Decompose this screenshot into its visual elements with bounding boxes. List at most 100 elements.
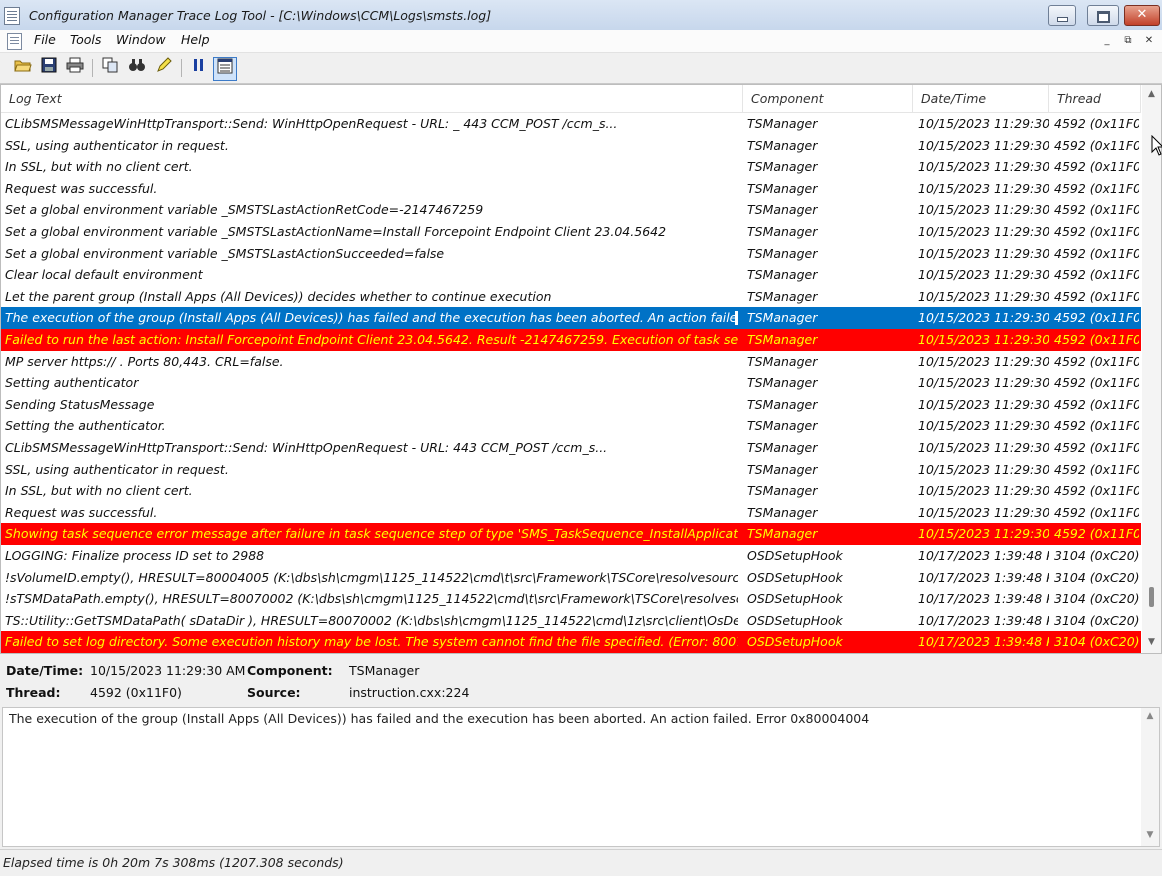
toolbar [0,53,1162,84]
log-row[interactable]: Clear local default environment TSManager… [1,264,1141,286]
column-header-log-text[interactable]: Log Text [1,85,743,112]
save-icon[interactable] [38,57,60,79]
thread-cell: 3104 (0xC20) [1054,612,1139,628]
pause-icon[interactable] [188,57,210,79]
log-row[interactable]: Setting authenticator TSManager 10/15/2023… [1,372,1141,394]
scroll-down-arrow-icon[interactable]: ▼ [1141,830,1159,840]
menu-file[interactable]: File [34,32,56,47]
log-row[interactable]: In SSL, but with no client cert. TSManage… [1,480,1141,502]
component-cell: TSManager [747,526,818,542]
component-cell: TSManager [747,180,818,196]
log-text-cell: SSL, using authenticator in request. [5,137,229,153]
datetime-cell: 10/15/2023 11:29:30 A [918,483,1049,499]
thread-cell: 4592 (0x11F0) [1054,159,1139,175]
log-row[interactable]: MP server https:// . Ports 80,443. CRL=f… [1,351,1141,373]
component-cell: OSDSetupHook [747,548,843,563]
column-header-datetime[interactable]: Date/Time [913,85,1049,112]
detail-pane: Date/Time: 10/15/2023 11:29:30 AM Compon… [0,655,1162,707]
scroll-thumb[interactable] [1149,587,1154,607]
scroll-down-arrow-icon[interactable]: ▼ [1142,637,1161,647]
grid-vertical-scrollbar[interactable]: ▲ ▼ [1142,85,1161,653]
menu-help[interactable]: Help [181,32,210,47]
component-cell: TSManager [747,288,818,304]
title-bar[interactable]: Configuration Manager Trace Log Tool - [… [0,0,1162,31]
log-row[interactable]: Set a global environment variable _SMSTS… [1,221,1141,243]
log-row[interactable]: !sVolumeID.empty(), HRESULT=80004005 (K:… [1,567,1141,589]
minimize-button[interactable] [1048,5,1076,26]
document-icon[interactable] [7,33,22,50]
log-row[interactable]: Set a global environment variable _SMSTS… [1,243,1141,265]
print-icon[interactable] [64,57,86,79]
log-text-cell: Let the parent group (Install Apps (All … [5,288,552,304]
component-cell: TSManager [747,137,818,153]
mdi-close-button[interactable]: ✕ [1141,33,1157,49]
scroll-up-arrow-icon[interactable]: ▲ [1142,89,1161,99]
message-vertical-scrollbar[interactable]: ▲ ▼ [1141,708,1159,846]
log-text-cell: Failed to run the last action: Install F… [5,332,738,347]
log-row[interactable]: Setting the authenticator. TSManager 10/15… [1,415,1141,437]
find-icon[interactable] [126,57,148,79]
log-row[interactable]: Failed to set log directory. Some execut… [1,631,1141,653]
column-header-thread[interactable]: Thread [1049,85,1141,112]
thread-cell: 4592 (0x11F0) [1054,116,1139,131]
log-row[interactable]: Showing task sequence error message afte… [1,523,1141,545]
datetime-value: 10/15/2023 11:29:30 AM [90,663,246,678]
log-row[interactable]: SSL, using authenticator in request. TSMa… [1,459,1141,481]
thread-cell: 4592 (0x11F0) [1054,310,1139,326]
app-icon[interactable] [4,7,20,25]
message-detail-box[interactable]: The execution of the group (Install Apps… [2,707,1160,847]
component-cell: OSDSetupHook [747,634,843,650]
restore-button[interactable] [1087,5,1119,26]
menu-window[interactable]: Window [116,32,166,47]
log-row[interactable]: CLibSMSMessageWinHttpTransport::Send: Wi… [1,437,1141,459]
thread-cell: 4592 (0x11F0) [1054,375,1139,391]
log-row[interactable]: Request was successful. TSManager 10/15/20… [1,502,1141,524]
log-row[interactable]: CLibSMSMessageWinHttpTransport::Send: Wi… [1,113,1141,135]
mdi-restore-button[interactable]: ⧉ [1120,33,1136,49]
component-cell: TSManager [747,224,818,239]
log-text-cell: LOGGING: Finalize process ID set to 2988 [5,548,265,563]
mdi-minimize-button[interactable]: _ [1099,33,1115,49]
datetime-cell: 10/15/2023 11:29:30 A [918,267,1049,283]
log-grid[interactable]: Log Text Component Date/Time Thread CLib… [0,84,1162,654]
scroll-up-arrow-icon[interactable]: ▲ [1141,711,1159,721]
datetime-cell: 10/15/2023 11:29:30 A [918,396,1049,412]
log-text-cell: SSL, using authenticator in request. [5,461,229,477]
log-row[interactable]: Failed to run the last action: Install F… [1,329,1141,351]
log-row[interactable]: TS::Utility::GetTSMDataPath( sDataDir ),… [1,610,1141,632]
view-pane-icon[interactable] [213,57,237,81]
close-button[interactable] [1124,5,1160,26]
log-row[interactable]: Let the parent group (Install Apps (All … [1,286,1141,308]
log-row[interactable]: !sTSMDataPath.empty(), HRESULT=80070002 … [1,588,1141,610]
log-text-cell: CLibSMSMessageWinHttpTransport::Send: Wi… [5,116,618,131]
log-text-cell: Set a global environment variable _SMSTS… [5,202,484,218]
component-cell: TSManager [747,440,818,455]
open-folder-icon[interactable] [12,57,34,79]
datetime-cell: 10/15/2023 11:29:30 A [918,375,1049,391]
thread-cell: 4592 (0x11F0) [1054,396,1139,412]
datetime-cell: 10/17/2023 1:39:48 PM [918,634,1049,650]
component-cell: OSDSetupHook [747,569,843,585]
thread-cell: 4592 (0x11F0) [1054,461,1139,477]
log-row[interactable]: In SSL, but with no client cert. TSManage… [1,156,1141,178]
thread-cell: 3104 (0xC20) [1054,591,1139,607]
thread-cell: 4592 (0x11F0) [1054,526,1139,542]
log-text-cell: Setting the authenticator. [5,418,166,434]
column-header-component[interactable]: Component [743,85,913,112]
highlight-icon[interactable] [153,57,175,79]
log-row[interactable]: The execution of the group (Install Apps… [1,307,1141,329]
thread-cell: 4592 (0x11F0) [1054,353,1139,369]
source-label: Source: [247,685,301,700]
copy-icon[interactable] [99,57,121,79]
log-row[interactable]: Sending StatusMessage TSManager 10/15/2023… [1,394,1141,416]
log-text-cell: MP server https:// . Ports 80,443. CRL=f… [5,353,284,369]
datetime-cell: 10/15/2023 11:29:30 A [918,224,1049,239]
log-row[interactable]: SSL, using authenticator in request. TSMa… [1,135,1141,157]
mouse-cursor-icon [1151,135,1162,156]
menu-tools[interactable]: Tools [70,32,101,47]
log-row[interactable]: Request was successful. TSManager 10/15/20… [1,178,1141,200]
datetime-cell: 10/15/2023 11:29:30 A [918,180,1049,196]
log-row[interactable]: LOGGING: Finalize process ID set to 2988… [1,545,1141,567]
component-label: Component: [247,663,333,678]
log-row[interactable]: Set a global environment variable _SMSTS… [1,199,1141,221]
